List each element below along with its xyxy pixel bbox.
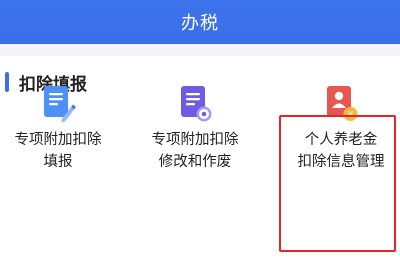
special-deduction-fill-button[interactable]: 专项附加扣除 填报 (0, 83, 123, 173)
item-label-line1: 个人养老金 (304, 132, 378, 148)
document-settings-icon (181, 86, 212, 122)
item-label-line2: 修改和作废 (158, 154, 232, 170)
item-label-line2: 填报 (43, 154, 73, 170)
special-deduction-modify-button[interactable]: 专项附加扣除 修改和作废 (130, 83, 260, 173)
pension-profile-icon: ¥ (327, 86, 358, 121)
personal-pension-deduction-button[interactable]: ¥ 个人养老金 扣除信息管理 (276, 83, 400, 173)
svg-text:¥: ¥ (348, 111, 354, 121)
item-label-line2: 扣除信息管理 (297, 154, 385, 170)
header-title: 办税 (181, 13, 219, 34)
app-header: 办税 (0, 0, 400, 44)
item-label-line1: 专项附加扣除 (14, 132, 102, 148)
item-label-line1: 专项附加扣除 (151, 132, 239, 148)
edit-document-icon (44, 86, 76, 123)
